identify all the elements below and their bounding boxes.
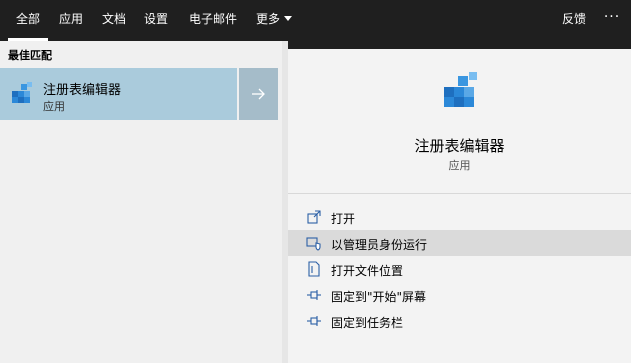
tab-settings[interactable]: 设置: [138, 0, 174, 41]
app-name: 注册表编辑器: [414, 137, 505, 155]
more-options-button[interactable]: ···: [600, 0, 624, 41]
results-panel: 最佳匹配 注册表编辑器 应用: [0, 41, 282, 363]
tab-more[interactable]: 更多: [250, 0, 298, 41]
feedback-button[interactable]: 反馈: [558, 0, 590, 41]
action-pin-to-taskbar[interactable]: 固定到任务栏: [288, 308, 631, 334]
divider: [288, 193, 631, 194]
tab-all[interactable]: 全部: [8, 0, 48, 41]
caret-down-icon: [284, 16, 292, 21]
tab-documents[interactable]: 文档: [96, 0, 132, 41]
pin-icon: [307, 290, 321, 300]
tab-more-label: 更多: [255, 12, 280, 26]
result-item-registry-editor[interactable]: 注册表编辑器 应用: [0, 68, 237, 120]
expand-details-button[interactable]: [239, 68, 278, 120]
open-icon: [307, 210, 321, 224]
registry-editor-icon: [12, 82, 32, 103]
action-label: 打开文件位置: [331, 264, 404, 278]
tab-email[interactable]: 电子邮件: [182, 0, 244, 41]
arrow-right-icon: [252, 88, 265, 100]
action-label: 固定到任务栏: [331, 316, 404, 330]
file-location-icon: [308, 261, 320, 277]
action-run-as-admin[interactable]: 以管理员身份运行: [288, 230, 631, 256]
action-label: 固定到"开始"屏幕: [331, 290, 427, 304]
registry-editor-large-icon: [444, 72, 477, 107]
action-label: 以管理员身份运行: [331, 238, 428, 252]
result-subtitle: 应用: [43, 100, 65, 113]
search-filter-bar: 全部 应用 文档 设置 电子邮件 更多 反馈 ···: [0, 0, 631, 41]
details-panel: 注册表编辑器 应用 打开 以管理员身份运行 打开文件位置 固定到"开始"屏幕 固…: [288, 49, 631, 363]
result-title: 注册表编辑器: [43, 83, 122, 98]
tab-apps[interactable]: 应用: [53, 0, 89, 41]
action-label: 打开: [331, 212, 356, 226]
action-open-file-location[interactable]: 打开文件位置: [288, 256, 631, 282]
run-as-admin-icon: [306, 237, 321, 251]
action-open[interactable]: 打开: [288, 204, 631, 230]
action-pin-to-start[interactable]: 固定到"开始"屏幕: [288, 282, 631, 308]
pin-icon: [307, 316, 321, 326]
best-match-heading: 最佳匹配: [8, 49, 52, 62]
app-type: 应用: [448, 159, 471, 172]
